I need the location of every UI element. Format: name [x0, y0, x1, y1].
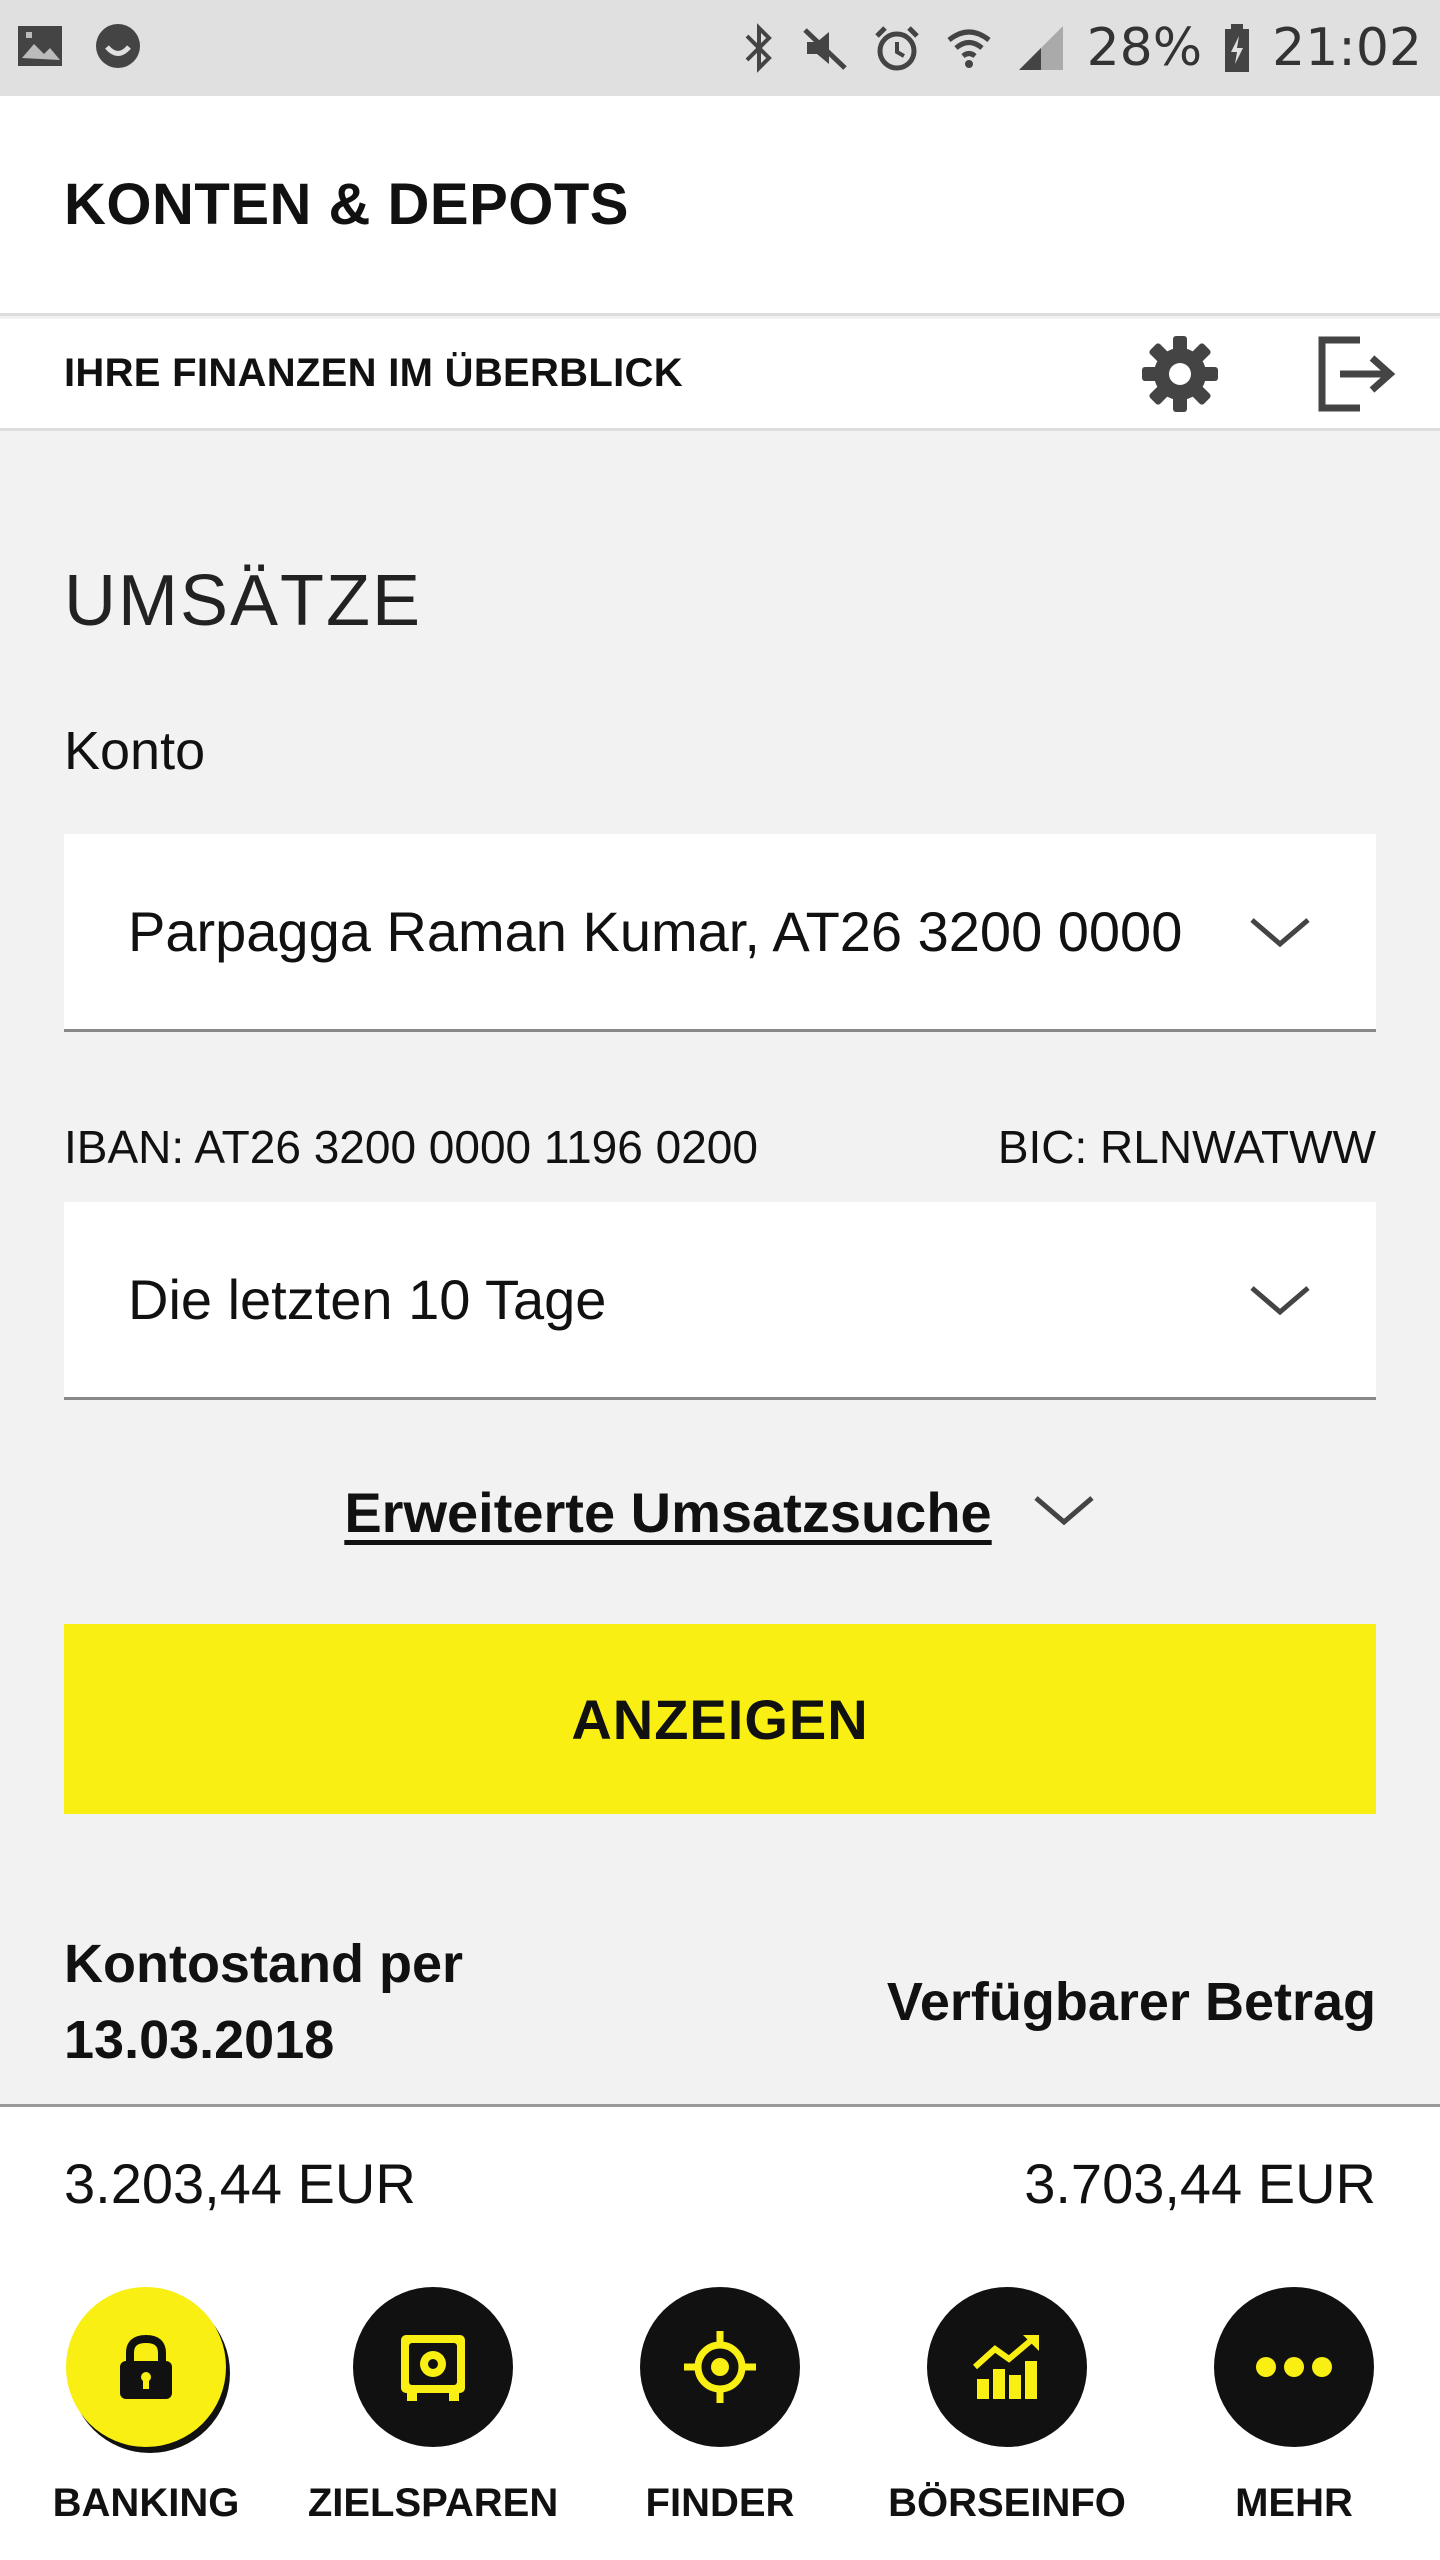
gear-icon — [1142, 335, 1218, 412]
section-title: UMSÄTZE — [64, 561, 423, 641]
smiley-icon — [92, 20, 144, 77]
show-button[interactable]: ANZEIGEN — [64, 1624, 1376, 1814]
balance-label: Kontostand per 13.03.2018 — [64, 1934, 463, 2070]
chevron-down-icon — [1248, 900, 1312, 964]
account-select-value: Parpagga Raman Kumar, AT26 3200 0000 — [128, 900, 1183, 963]
stock-chart-icon — [972, 2334, 1039, 2399]
wifi-icon — [943, 22, 995, 74]
bluetooth-icon — [739, 22, 779, 74]
nav-item-zielsparen[interactable]: ZIELSPAREN — [308, 2287, 558, 2560]
nav-label-zielsparen: ZIELSPAREN — [307, 2481, 559, 2525]
balance-values: 3.203,44 EUR 3.703,44 EUR — [64, 2151, 1376, 2216]
chevron-down-icon — [1032, 1490, 1096, 1535]
battery-charging-icon — [1222, 22, 1252, 74]
account-select[interactable]: Parpagga Raman Kumar, AT26 3200 0000 — [64, 834, 1376, 1032]
account-label: Konto — [64, 721, 206, 781]
chevron-down-icon — [1248, 1268, 1312, 1332]
balance-value: 3.203,44 EUR — [64, 2152, 416, 2215]
nav-label-mehr: MEHR — [1235, 2481, 1353, 2525]
nav-circle-boerseinfo[interactable] — [927, 2287, 1087, 2447]
bottom-panel: 3.203,44 EUR 3.703,44 EUR BANKING ZIELSP… — [0, 2104, 1440, 2560]
advanced-search-link[interactable]: Erweiterte Umsatzsuche — [344, 1480, 991, 1545]
status-bar-right: 28% 21:02 — [739, 18, 1422, 78]
safe-icon — [401, 2335, 465, 2401]
app-header: KONTEN & DEPOTS — [0, 96, 1440, 316]
available-value: 3.703,44 EUR — [1024, 2152, 1376, 2215]
nav-circle-finder[interactable] — [640, 2287, 800, 2447]
nav-circle-zielsparen[interactable] — [353, 2287, 513, 2447]
more-dots-icon — [1256, 2357, 1332, 2377]
iban-text: IBAN: AT26 3200 0000 1196 0200 — [64, 1121, 758, 1173]
bottom-nav: BANKING ZIELSPAREN FINDER BÖRSEINFO MEHR — [0, 2287, 1440, 2560]
balance-header: Kontostand per 13.03.2018 Verfügbarer Be… — [64, 1926, 1376, 2078]
logout-button[interactable] — [1304, 324, 1404, 424]
nav-label-boerseinfo: BÖRSEINFO — [888, 2481, 1126, 2525]
period-select[interactable]: Die letzten 10 Tage — [64, 1202, 1376, 1400]
lock-icon — [120, 2334, 172, 2399]
nav-circle-mehr[interactable] — [1214, 2287, 1374, 2447]
nav-item-mehr[interactable]: MEHR — [1184, 2287, 1404, 2560]
nav-circle-banking[interactable] — [66, 2287, 226, 2447]
bic-text: BIC: RLNWATWW — [997, 1121, 1376, 1173]
nav-item-banking[interactable]: BANKING — [36, 2287, 256, 2560]
nav-label-finder: FINDER — [645, 2481, 795, 2525]
mute-icon — [799, 22, 851, 74]
logout-icon — [1318, 336, 1396, 411]
settings-button[interactable] — [1130, 324, 1230, 424]
clock: 21:02 — [1272, 18, 1422, 78]
nav-item-boerseinfo[interactable]: BÖRSEINFO — [888, 2287, 1126, 2560]
nav-label-banking: BANKING — [52, 2481, 240, 2525]
signal-icon — [1015, 22, 1067, 74]
sub-header: IHRE FINANZEN IM ÜBERBLICK — [0, 319, 1440, 431]
period-select-value: Die letzten 10 Tage — [128, 1268, 607, 1331]
available-label: Verfügbarer Betrag — [886, 1972, 1376, 2032]
status-bar: 28% 21:02 — [0, 0, 1440, 96]
status-bar-left — [14, 20, 144, 77]
page-title: KONTEN & DEPOTS — [64, 172, 629, 237]
account-details: IBAN: AT26 3200 0000 1196 0200 BIC: RLNW… — [64, 1120, 1376, 1174]
location-target-icon — [684, 2331, 756, 2403]
gallery-icon — [14, 20, 66, 77]
nav-item-finder[interactable]: FINDER — [610, 2287, 830, 2560]
battery-percent: 28% — [1086, 18, 1203, 78]
alarm-icon — [871, 22, 923, 74]
sub-header-title: IHRE FINANZEN IM ÜBERBLICK — [64, 351, 683, 395]
advanced-search-toggle[interactable]: Erweiterte Umsatzsuche — [0, 1480, 1440, 1545]
